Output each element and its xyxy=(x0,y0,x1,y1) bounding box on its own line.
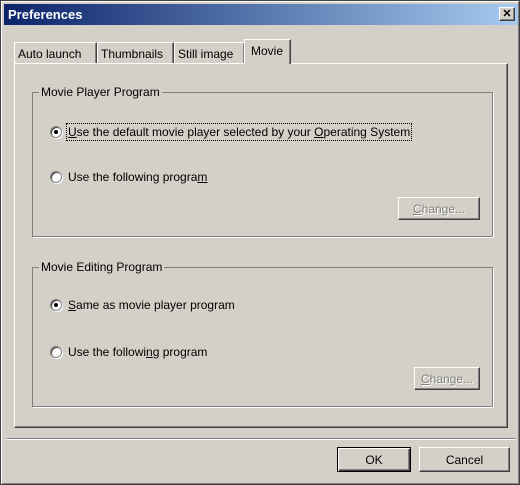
radio-label: Use the following program xyxy=(68,170,208,184)
movie-tab-panel: Movie Player Program Use the default mov… xyxy=(14,63,508,428)
radio-default-player[interactable]: Use the default movie player selected by… xyxy=(50,123,413,141)
radio-label: Same as movie player program xyxy=(68,298,235,312)
player-change-button[interactable]: Change... xyxy=(398,197,480,220)
radio-label: Use the default movie player selected by… xyxy=(65,123,413,141)
title-bar[interactable]: Preferences ✕ xyxy=(4,4,518,25)
tab-thumbnails[interactable]: Thumbnails xyxy=(97,42,174,63)
radio-custom-editor[interactable]: Use the following program xyxy=(50,345,207,359)
tab-label: Movie xyxy=(251,44,284,58)
ok-button[interactable]: OK xyxy=(337,447,411,472)
group-title: Movie Editing Program xyxy=(39,260,165,274)
tab-movie[interactable]: Movie xyxy=(244,39,291,64)
radio-indicator[interactable] xyxy=(50,346,62,358)
radio-same-as-player[interactable]: Same as movie player program xyxy=(50,298,235,312)
tab-still-image[interactable]: Still image xyxy=(174,42,245,63)
radio-indicator[interactable] xyxy=(50,299,62,311)
tab-auto-launch[interactable]: Auto launch xyxy=(14,42,97,63)
preferences-dialog: Preferences ✕ Auto launch Thumbnails Sti… xyxy=(0,0,520,485)
radio-custom-player[interactable]: Use the following program xyxy=(50,170,207,184)
editor-change-button[interactable]: Change... xyxy=(414,367,480,390)
cancel-button[interactable]: Cancel xyxy=(419,447,510,472)
window-title: Preferences xyxy=(8,7,83,22)
close-button[interactable]: ✕ xyxy=(499,7,515,21)
radio-indicator[interactable] xyxy=(50,171,62,183)
tab-label: Thumbnails xyxy=(101,47,164,61)
tab-label: Auto launch xyxy=(18,47,82,61)
close-icon: ✕ xyxy=(502,7,512,20)
button-label: Change... xyxy=(420,371,474,386)
tab-label: Still image xyxy=(178,47,234,61)
group-title: Movie Player Program xyxy=(39,85,162,99)
button-label: OK xyxy=(365,452,383,467)
radio-indicator[interactable] xyxy=(50,126,62,138)
button-label: Change... xyxy=(412,201,466,216)
radio-label: Use the following program xyxy=(68,345,208,359)
movie-editing-group: Movie Editing Program Same as movie play… xyxy=(32,260,493,407)
footer-separator xyxy=(7,438,515,440)
movie-player-group: Movie Player Program Use the default mov… xyxy=(32,85,493,237)
button-label: Cancel xyxy=(445,452,484,467)
